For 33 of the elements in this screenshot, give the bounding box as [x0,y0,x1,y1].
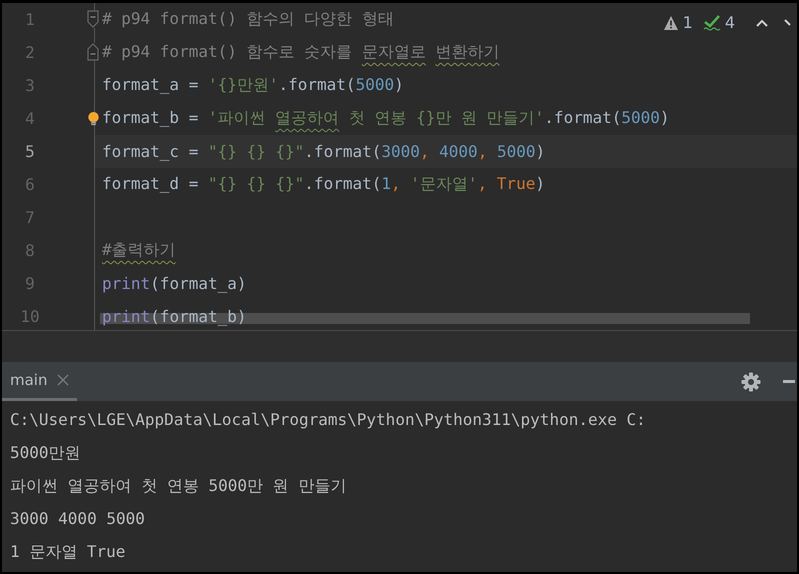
line-number: 2 [24,43,36,62]
settings-icon[interactable] [741,372,761,392]
line-number: 10 [19,307,41,326]
line-number: 3 [24,76,36,95]
code-line: format_a = '{}만원'.format(5000) [102,75,404,96]
console-output-line: 3000 4000 5000 [10,508,146,530]
line-number: 7 [24,208,36,227]
console-output-line: 5000만원 [10,442,82,464]
code-line: format_b = '파이썬 열공하여 첫 연봉 {}만 원 만들기'.format(5000) [102,108,670,129]
typo-count: 4 [724,13,735,32]
line-number: 6 [24,175,36,194]
typo-check-icon[interactable] [702,14,721,30]
console-output-line: C:\Users\LGE\AppData\Local\Programs\Python\Python311\python.exe C: [10,409,647,431]
lightbulb-icon[interactable] [87,111,100,126]
line-number: 5 [24,142,36,161]
console-output-line: 파이썬 열공하여 첫 연봉 5000만 원 만들기 [10,475,348,497]
code-line: #출력하기 [102,240,176,261]
fold-icon[interactable] [87,43,99,61]
code-line: # p94 format() 함수의 다양한 형태 [102,9,394,30]
code-line: print(format_b) [102,307,246,326]
line-number: 1 [24,10,36,29]
code-line: # p94 format() 함수로 숫자를 문자열로 변환하기 [102,42,500,63]
warning-count: 1 [682,13,693,32]
line-number: 9 [24,274,36,293]
line-number: 8 [24,241,36,260]
console-output-line: 1 문자열 True [10,541,126,563]
code-line: print(format_a) [102,274,246,293]
minimize-icon[interactable] [783,380,795,384]
code-line: format_d = "{} {} {}".format(1, '문자열', True) [102,174,545,195]
code-line: format_c = "{} {} {}".format(3000, 4000, 5000) [102,142,546,161]
warning-icon[interactable] [662,14,679,30]
line-number: 4 [24,109,36,128]
fold-icon[interactable] [87,10,99,28]
